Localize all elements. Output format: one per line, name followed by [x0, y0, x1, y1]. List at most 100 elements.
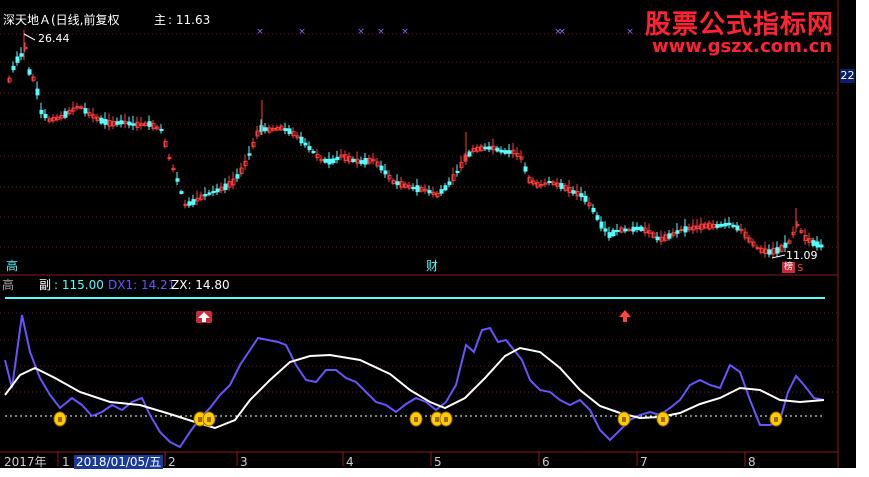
candle-body — [735, 225, 740, 231]
candle-body — [439, 189, 444, 194]
candle-body — [599, 221, 604, 229]
candle-body — [767, 249, 772, 255]
candle-body — [379, 165, 384, 171]
purple-x-marker: × — [401, 27, 409, 37]
high-flag-label: 高 — [6, 259, 19, 273]
month-tick-label: 8 — [748, 455, 756, 469]
signal-dot-mark — [661, 417, 665, 422]
candle-body — [595, 215, 600, 220]
candle-body — [307, 145, 312, 151]
candle-body — [819, 244, 824, 248]
candle-body — [159, 128, 164, 132]
signal-dot-mark — [774, 417, 778, 422]
candle-body — [723, 222, 728, 227]
candle-body — [731, 224, 736, 228]
candle-body — [715, 224, 720, 228]
candle-body — [607, 232, 612, 238]
candle-body — [235, 174, 240, 179]
candle-body — [667, 233, 672, 239]
candle-body — [443, 185, 448, 191]
candle-body — [191, 199, 196, 205]
month-tick-label: 7 — [640, 455, 648, 469]
signal-dot-mark — [414, 417, 418, 422]
candle-body — [467, 151, 472, 157]
candle-body — [215, 188, 220, 193]
candle-body — [815, 241, 820, 248]
signal-dot-mark — [198, 417, 202, 422]
candle-body — [327, 158, 332, 165]
candle-body — [639, 226, 644, 232]
purple-x-marker: × — [298, 27, 306, 37]
candle-body — [571, 190, 576, 194]
candle-body — [455, 170, 460, 174]
candle-body — [523, 166, 528, 172]
candle-body — [35, 88, 40, 96]
candle-body — [119, 120, 124, 125]
close-value: : 11.63 — [168, 13, 211, 27]
candle-body — [363, 158, 368, 165]
chart-canvas[interactable]: × × × × × ×× × — [0, 0, 856, 468]
candle-body — [631, 226, 636, 232]
month-tick-label: 5 — [434, 455, 442, 469]
candle-body — [411, 186, 416, 190]
candle-body — [507, 150, 512, 154]
candle-body — [127, 121, 132, 126]
candle-body — [211, 190, 216, 194]
month-tick-label: 6 — [542, 455, 550, 469]
high-marker-label: 26.44 — [38, 32, 70, 45]
kline-chart-area[interactable]: × × × × × × × × 深天地Ａ(日线,前复权 主 : 11.63 26.44 11.… — [0, 0, 856, 469]
month-tick-label: 3 — [240, 455, 248, 469]
candle-body — [311, 150, 316, 154]
candle-body — [175, 178, 180, 182]
up-arrow-icon — [619, 310, 631, 322]
candle-body — [727, 222, 732, 226]
candle-body — [635, 226, 640, 231]
candle-body — [223, 183, 228, 191]
indicator-grid — [0, 312, 838, 393]
candle-body — [499, 149, 504, 153]
candle-body — [487, 146, 492, 150]
candle-body — [99, 117, 104, 124]
candlestick-series — [7, 30, 824, 258]
stock-title: 深天地Ａ(日线,前复权 — [3, 13, 120, 27]
purple-x-markers: × × × × × ×× × — [256, 27, 634, 37]
purple-x-marker: × — [626, 27, 634, 37]
candle-body — [359, 160, 364, 164]
candle-body — [623, 228, 628, 232]
main-grid — [0, 33, 838, 248]
month-tick-label: 1 — [62, 455, 70, 469]
candle-body — [39, 109, 44, 115]
candle-body — [683, 226, 688, 233]
candle-body — [579, 193, 584, 198]
signal-dot-mark — [207, 417, 211, 422]
candle-body — [323, 158, 328, 163]
rank-badge: 榜 — [782, 262, 795, 273]
candle-body — [203, 194, 208, 197]
signal-dot-mark — [435, 417, 439, 422]
candle-body — [115, 121, 120, 125]
close-label: 主 — [154, 13, 167, 27]
candle-body — [395, 181, 400, 186]
high-marker-pointer — [23, 33, 36, 41]
candle-body — [675, 230, 680, 234]
candle-body — [603, 228, 608, 232]
candle-body — [611, 229, 616, 237]
candle-body — [27, 69, 32, 75]
zx-value: ZX: 14.80 — [171, 278, 230, 292]
price-axis-tag: 22 — [840, 69, 855, 83]
candle-body — [775, 247, 780, 254]
candle-body — [427, 190, 432, 194]
candle-body — [187, 201, 192, 206]
candle-body — [283, 128, 288, 132]
candle-body — [783, 242, 788, 248]
candle-body — [583, 195, 588, 202]
dx1-value: DX1: 14.21 — [108, 278, 176, 292]
year-label: 2017年 — [4, 455, 47, 469]
selected-date[interactable]: 2018/01/05/五 — [74, 455, 164, 469]
purple-x-marker: × — [256, 27, 264, 37]
dx1-line — [4, 314, 825, 449]
month-tick-label: 4 — [346, 455, 354, 469]
candle-body — [503, 150, 508, 154]
candle-body — [351, 158, 356, 162]
low-marker-label: 11.09 — [786, 249, 818, 262]
